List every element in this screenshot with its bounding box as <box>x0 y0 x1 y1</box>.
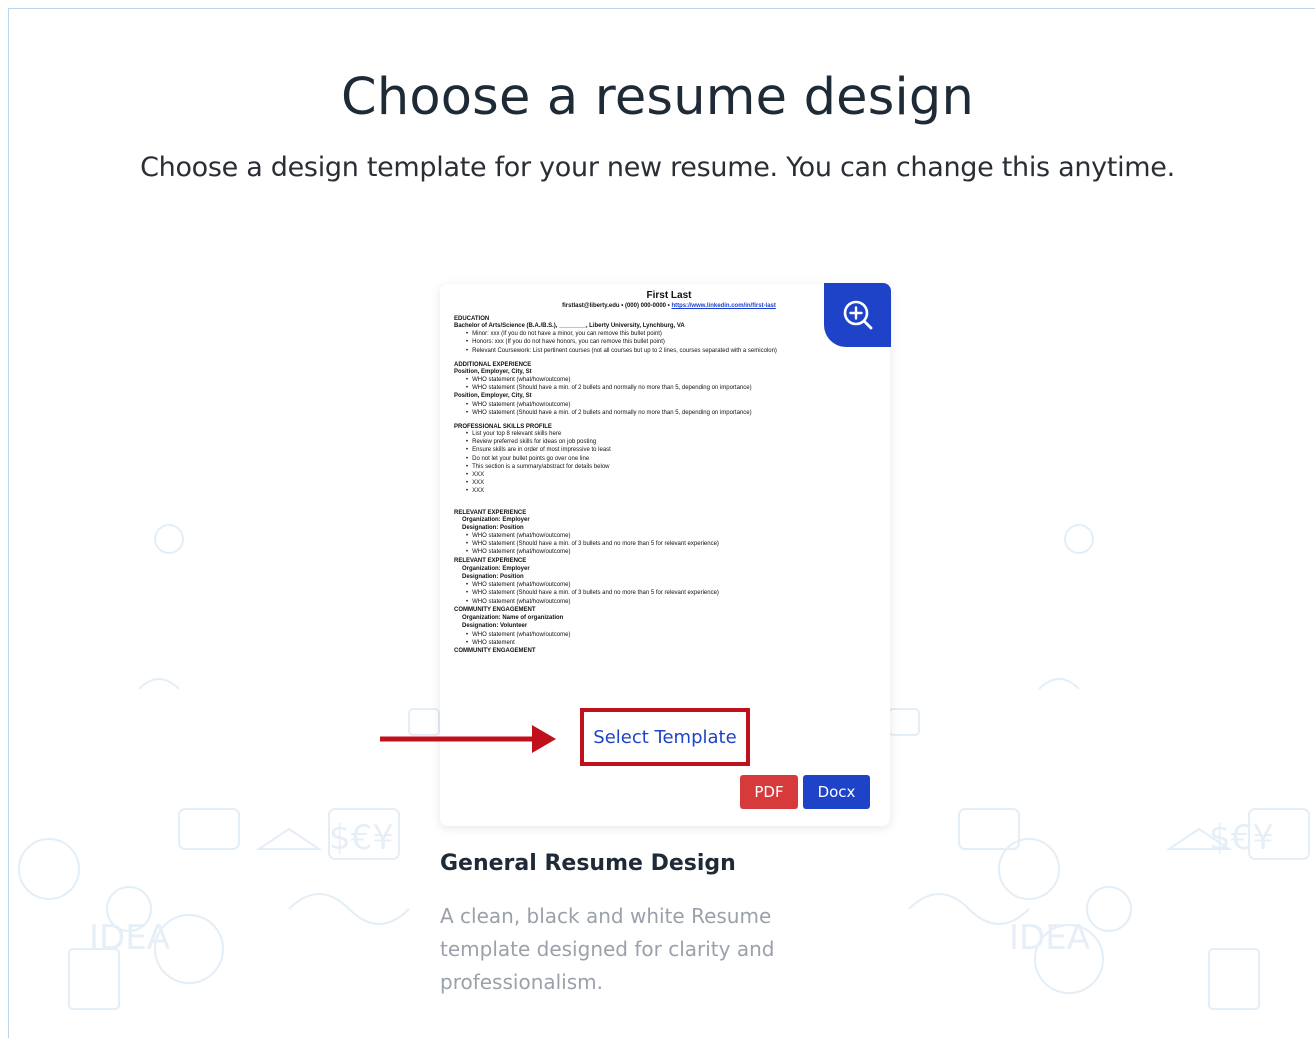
resume-community-heading: COMMUNITY ENGAGEMENT <box>454 606 536 613</box>
doodle-idea-right: IDEA <box>1009 918 1090 958</box>
resume-community-heading-2: COMMUNITY ENGAGEMENT <box>454 647 536 654</box>
resume-bullet: WHO statement (what/how/outcome) <box>454 548 884 556</box>
page-subtitle: Choose a design template for your new re… <box>140 152 1175 183</box>
resume-bullet: WHO statement (Should have a min. of 2 b… <box>454 409 884 417</box>
template-name: General Resume Design <box>440 851 736 876</box>
resume-education-line: Bachelor of Arts/Science (B.A./B.S.), __… <box>454 323 685 329</box>
select-template-label: Select Template <box>593 726 737 748</box>
resume-bullet: WHO statement (Should have a min. of 2 b… <box>454 384 884 392</box>
resume-bullet: Review preferred skills for ideas on job… <box>454 438 884 446</box>
page-title: Choose a resume design <box>341 68 974 127</box>
doodle-currency: $€¥ <box>329 818 394 858</box>
resume-name: First Last <box>646 290 692 301</box>
resume-bullet: Relevant Coursework: List pertinent cour… <box>454 347 884 355</box>
resume-position-line: Position, Employer, City, St <box>454 393 532 400</box>
doodle-currency-right: $€¥ <box>1209 818 1274 858</box>
zoom-in-button[interactable] <box>824 283 891 347</box>
resume-org-line: Organization: Name of organization <box>462 615 564 622</box>
resume-contact-text: firstlast@liberty.edu • (000) 000-0000 • <box>562 303 672 309</box>
resume-bullet: Do not let your bullet points go over on… <box>454 455 884 463</box>
resume-bullet: WHO statement (what/how/outcome) <box>454 401 884 409</box>
resume-position-line: Position, Employer, City, St <box>454 368 532 375</box>
resume-designation-line: Designation: Volunteer <box>462 623 528 630</box>
zoom-in-icon <box>843 300 872 330</box>
docx-download-button[interactable]: Docx <box>803 775 870 809</box>
resume-bullet: XXX <box>454 471 884 479</box>
resume-bullet: WHO statement <box>454 639 884 647</box>
resume-relevant-heading-2: RELEVANT EXPERIENCE <box>454 557 527 564</box>
resume-bullet: XXX <box>454 487 884 495</box>
resume-linkedin-link: https://www.linkedin.com/in/first-last <box>671 303 776 309</box>
arrow-indicator <box>380 725 556 753</box>
resume-designation-line: Designation: Position <box>462 524 524 531</box>
resume-bullet: WHO statement (what/how/outcome) <box>454 376 884 384</box>
resume-bullet: WHO statement (what/how/outcome) <box>454 631 884 639</box>
resume-org-line: Organization: Employer <box>462 565 530 572</box>
pdf-download-button[interactable]: PDF <box>740 775 798 809</box>
doodle-idea: IDEA <box>89 918 170 958</box>
resume-contact: firstlast@liberty.edu • (000) 000-0000 •… <box>454 303 884 309</box>
resume-bullet: WHO statement (Should have a min. of 3 b… <box>454 589 884 597</box>
resume-designation-line: Designation: Position <box>462 574 524 581</box>
resume-bullet: This section is a summary/abstract for d… <box>454 463 884 471</box>
resume-bullet: Minor: xxx (If you do not have a minor, … <box>454 330 884 338</box>
resume-bullet: XXX <box>454 479 884 487</box>
resume-bullet: WHO statement (what/how/outcome) <box>454 598 884 606</box>
resume-bullet: Honors: xxx (If you do not have honors, … <box>454 338 884 346</box>
resume-bullet: WHO statement (Should have a min. of 3 b… <box>454 540 884 548</box>
resume-bullet: WHO statement (what/how/outcome) <box>454 581 884 589</box>
template-description: A clean, black and white Resume template… <box>440 904 775 994</box>
resume-bullet: Ensure skills are in order of most impre… <box>454 446 884 454</box>
resume-preview: First Last firstlast@liberty.edu • (000)… <box>454 288 884 655</box>
resume-org-line: Organization: Employer <box>462 516 530 523</box>
resume-bullet: WHO statement (what/how/outcome) <box>454 532 884 540</box>
resume-bullet: List your top 8 relevant skills here <box>454 430 884 438</box>
select-template-button[interactable]: Select Template <box>580 708 750 766</box>
